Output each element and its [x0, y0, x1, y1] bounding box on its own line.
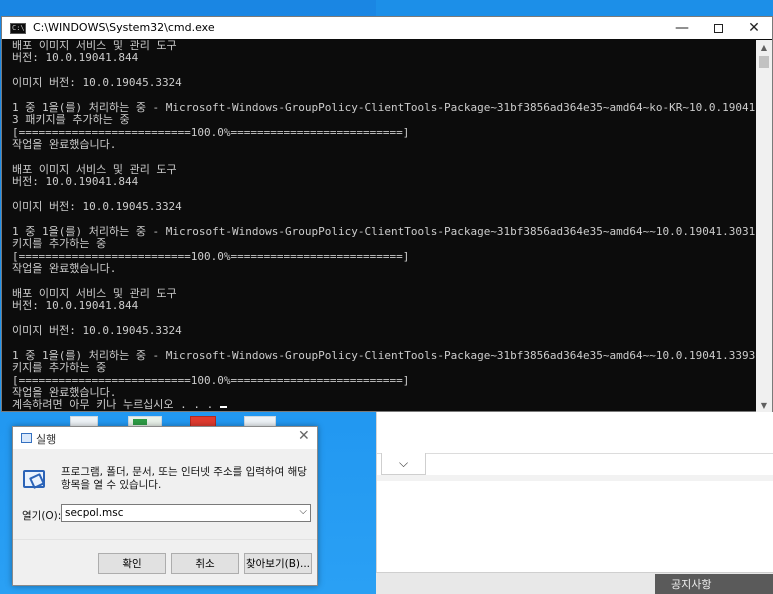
background-collapse-tab[interactable]: ⌵	[381, 453, 426, 475]
console-line: 이미지 버전: 10.0.19045.3324	[12, 200, 182, 214]
console-line: 3 패키지를 추가하는 중	[12, 113, 130, 127]
close-button[interactable]: ✕	[734, 17, 773, 39]
run-icon	[21, 433, 32, 443]
console-line: 작업을 완료했습니다.	[12, 138, 117, 152]
console-line: 버전: 10.0.19041.844	[12, 175, 139, 189]
run-footer: 확인 취소 찾아보기(B)...	[13, 539, 317, 585]
open-input-value: secpol.msc	[65, 507, 124, 519]
console-line: 작업을 완료했습니다.	[12, 262, 117, 276]
scrollbar-thumb[interactable]	[759, 56, 769, 68]
chevron-down-icon[interactable]: ⌵	[299, 506, 307, 517]
console-cursor	[219, 406, 227, 409]
cmd-window[interactable]: C:\ C:\WINDOWS\System32\cmd.exe — ✕ 배포 이…	[1, 16, 773, 412]
console-line: [==========================100.0%=======…	[12, 249, 410, 263]
run-close-button[interactable]: ✕	[298, 428, 310, 444]
console-line: 키지를 추가하는 중	[12, 361, 107, 375]
run-description: 프로그램, 폴더, 문서, 또는 인터넷 주소를 입력하여 해당 항목을 열 수…	[61, 466, 307, 491]
run-dialog-title: 실행	[36, 433, 57, 446]
cmd-scrollbar[interactable]: ▲ ▼	[756, 40, 772, 412]
run-dialog[interactable]: 실행 ✕ 프로그램, 폴더, 문서, 또는 인터넷 주소를 입력하여 해당 항목…	[12, 426, 318, 586]
console-output[interactable]: 배포 이미지 서비스 및 관리 도구 버전: 10.0.19041.844 이미지 …	[12, 40, 756, 412]
background-strip	[377, 475, 773, 481]
console-line: [==========================100.0%=======…	[12, 373, 410, 387]
maximize-button[interactable]	[698, 17, 738, 39]
browse-button[interactable]: 찾아보기(B)...	[244, 553, 312, 574]
minimize-icon: —	[675, 20, 689, 36]
open-input[interactable]: secpol.msc ⌵	[61, 504, 311, 522]
run-program-icon	[23, 470, 45, 488]
maximize-icon	[713, 23, 723, 33]
close-icon: ✕	[748, 20, 760, 36]
cmd-window-title: C:\WINDOWS\System32\cmd.exe	[33, 21, 215, 34]
notice-label[interactable]: 공지사항	[655, 574, 773, 594]
console-line: [==========================100.0%=======…	[12, 125, 410, 139]
console-line: 버전: 10.0.19041.844	[12, 299, 139, 313]
minimize-button[interactable]: —	[662, 17, 702, 39]
cmd-icon: C:\	[10, 23, 26, 34]
open-label: 열기(O):	[22, 510, 62, 522]
console-line: 키지를 추가하는 중	[12, 237, 107, 251]
console-line: 1 중 1을(를) 처리하는 중 - Microsoft-Windows-Gro…	[12, 224, 756, 238]
background-divider	[377, 453, 773, 454]
scroll-down-icon[interactable]: ▼	[756, 398, 772, 412]
chevron-down-icon: ⌵	[398, 456, 409, 470]
ok-button[interactable]: 확인	[98, 553, 166, 574]
scroll-up-icon[interactable]: ▲	[756, 40, 772, 54]
cmd-titlebar[interactable]: C:\ C:\WINDOWS\System32\cmd.exe — ✕	[2, 17, 772, 39]
cancel-button[interactable]: 취소	[171, 553, 239, 574]
console-line: 계속하려면 아무 키나 누르십시오 . . .	[12, 398, 756, 411]
run-titlebar[interactable]: 실행 ✕	[13, 427, 317, 449]
console-line: 이미지 버전: 10.0.19045.3324	[12, 323, 182, 337]
console-line: 버전: 10.0.19041.844	[12, 51, 139, 65]
console-line: 1 중 1을(를) 처리하는 중 - Microsoft-Windows-Gro…	[12, 348, 756, 362]
console-line: 이미지 버전: 10.0.19045.3324	[12, 76, 182, 90]
